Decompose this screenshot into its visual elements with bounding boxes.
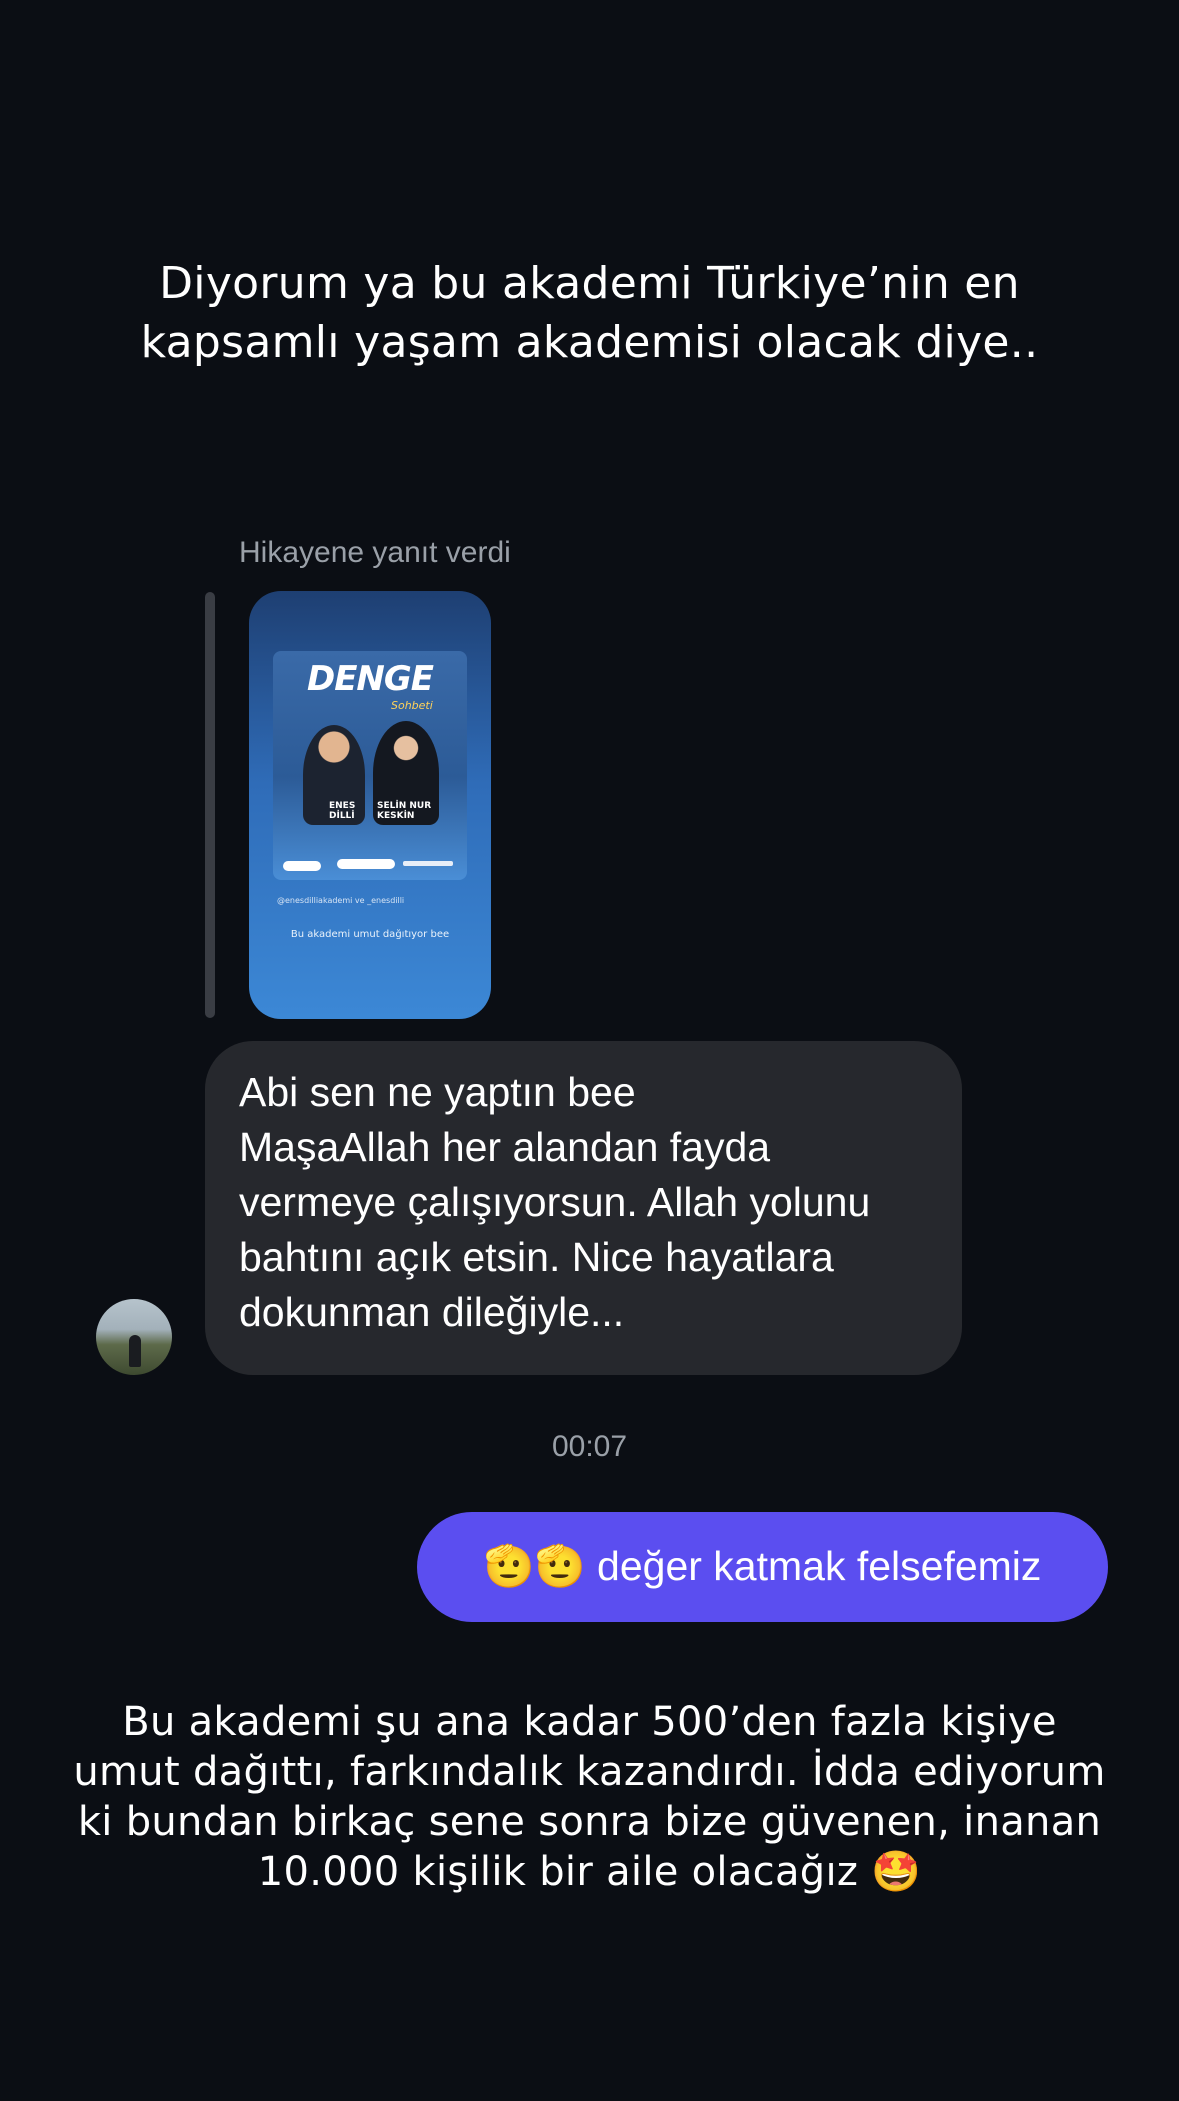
poster-title: DENGE	[306, 659, 434, 699]
incoming-message-line: dokunman dileğiyle...	[239, 1289, 625, 1335]
story-poster: DENGE Sohbeti ENES DİLLİ SELİN NUR KESKİ…	[273, 651, 467, 880]
incoming-message-bubble[interactable]: Abi sen ne yaptın bee MaşaAllah her alan…	[205, 1041, 962, 1375]
poster-name-right: SELİN NUR KESKİN	[377, 801, 432, 821]
message-timestamp: 00:07	[551, 1430, 628, 1463]
poster-button	[337, 859, 395, 869]
incoming-message-text: Abi sen ne yaptın bee MaşaAllah her alan…	[239, 1065, 939, 1340]
caption-bottom-line: umut dağıttı, farkındalık kazandırdı. İd…	[73, 1749, 1106, 1795]
caption-top-line: kapsamlı yaşam akademisi olacak diye..	[140, 317, 1039, 368]
caption-top: Diyorum ya bu akademi Türkiye’nin en kap…	[0, 254, 1179, 372]
incoming-message-line: MaşaAllah her alandan fayda	[239, 1124, 771, 1170]
story-reply-label: Hikayene yanıt verdi	[239, 536, 511, 569]
avatar[interactable]	[96, 1299, 172, 1375]
avatar-figure	[129, 1335, 141, 1367]
outgoing-message-text: 🫡🫡 değer katmak felsefemiz	[483, 1543, 1042, 1589]
story-caption: Bu akademi umut dağıtıyor bee	[290, 929, 450, 940]
poster-subtitle: Sohbeti	[391, 699, 433, 712]
outgoing-message-bubble[interactable]: 🫡🫡 değer katmak felsefemiz	[417, 1512, 1108, 1622]
caption-bottom: Bu akademi şu ana kadar 500’den fazla ki…	[0, 1697, 1179, 1897]
story-thumbnail[interactable]: DENGE Sohbeti ENES DİLLİ SELİN NUR KESKİ…	[249, 591, 491, 1019]
incoming-message-line: bahtını açık etsin. Nice hayatlara	[239, 1234, 834, 1280]
incoming-message-line: Abi sen ne yaptın bee	[239, 1069, 636, 1115]
poster-name-left: ENES DİLLİ	[329, 801, 356, 821]
caption-bottom-line: Bu akademi şu ana kadar 500’den fazla ki…	[122, 1699, 1057, 1745]
incoming-message-line: vermeye çalışıyorsun. Allah yolunu	[239, 1179, 871, 1225]
poster-logo	[283, 861, 321, 871]
reply-quote-bar	[205, 592, 215, 1018]
poster-url	[403, 861, 453, 866]
caption-bottom-line: ki bundan birkaç sene sonra bize güvenen…	[77, 1799, 1102, 1845]
caption-top-line: Diyorum ya bu akademi Türkiye’nin en	[159, 258, 1020, 309]
story-mention: @enesdilliakademi ve _enesdilli	[277, 896, 405, 905]
caption-bottom-line: 10.000 kişilik bir aile olacağız 🤩	[257, 1849, 922, 1895]
